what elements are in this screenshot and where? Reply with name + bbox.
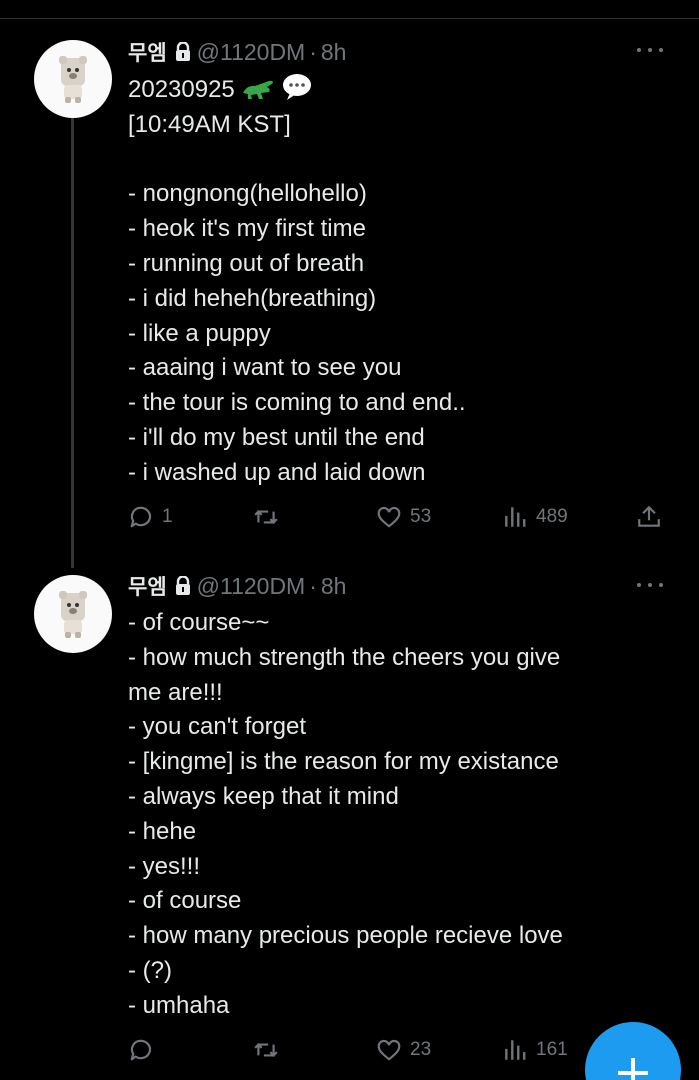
- retweet-button[interactable]: [253, 501, 287, 533]
- tweet-line: - always keep that it mind: [128, 782, 399, 810]
- top-divider: [0, 18, 699, 19]
- tweet-line: - how much strength the cheers you give: [128, 643, 561, 671]
- tweet-line: - umhaha: [128, 991, 230, 1019]
- reply-icon: [130, 1039, 152, 1061]
- tweet-line: [10:49AM KST]: [128, 110, 291, 138]
- tweet-line: - (?): [128, 956, 172, 984]
- timestamp[interactable]: 8h: [321, 573, 347, 600]
- tweet-line: me are!!!: [128, 678, 223, 706]
- share-icon: [638, 505, 660, 527]
- handle[interactable]: @1120DM: [197, 39, 306, 66]
- handle[interactable]: @1120DM: [197, 573, 306, 600]
- retweet-icon: [254, 1043, 278, 1057]
- avatar[interactable]: [34, 40, 112, 118]
- tweet-line: 20230925: [128, 73, 466, 108]
- tweet-line: - the tour is coming to and end..: [128, 389, 466, 417]
- speech-bubble-emoji: [282, 73, 312, 112]
- tweet-header: 무엠 @1120DM · 8h: [128, 570, 346, 602]
- tweet-line: - running out of breath: [128, 249, 365, 277]
- more-icon[interactable]: [637, 40, 663, 60]
- like-button[interactable]: 23: [376, 1034, 431, 1066]
- heart-icon: [377, 1039, 401, 1061]
- tweet-line: - aaaing i want to see you: [128, 354, 402, 382]
- thread-connector-line: [71, 118, 74, 568]
- avatar[interactable]: [34, 575, 112, 653]
- display-name[interactable]: 무엠: [128, 571, 167, 601]
- tweet-line: - hehe: [128, 817, 197, 845]
- tweet-line: - of course: [128, 887, 242, 915]
- heart-icon: [377, 506, 401, 528]
- avatar-bear-image: [59, 591, 87, 638]
- views-button[interactable]: 161: [502, 1034, 568, 1066]
- tweet-line: - i'll do my best until the end: [128, 423, 425, 451]
- tweet-line: - nongnong(hellohello): [128, 180, 367, 208]
- views-icon: [505, 1040, 526, 1060]
- reply-icon: [130, 506, 152, 528]
- tweet-line: - i washed up and laid down: [128, 458, 426, 486]
- tweet-actions: 1 53 489: [128, 501, 668, 533]
- tweet-line: - of course~~: [128, 609, 270, 636]
- like-button[interactable]: 53: [376, 501, 431, 533]
- reply-count: 1: [162, 506, 173, 527]
- more-icon[interactable]: [637, 575, 663, 595]
- lock-icon: [175, 576, 191, 596]
- lock-icon: [175, 42, 191, 62]
- tweet-header: 무엠 @1120DM · 8h: [128, 36, 346, 68]
- tweet-text: 20230925 [10:49AM KST] - nongnong(helloh…: [128, 73, 466, 491]
- retweet-button[interactable]: [253, 1034, 287, 1066]
- tweet-text: - of course~~ - how much strength the ch…: [128, 606, 563, 1024]
- timestamp[interactable]: 8h: [321, 39, 347, 66]
- separator-dot: ·: [309, 38, 317, 65]
- tweet-line: - heok it's my first time: [128, 215, 366, 243]
- retweet-icon: [254, 510, 278, 524]
- view-count: 489: [536, 506, 568, 527]
- views-icon: [505, 507, 526, 527]
- tweet-line: [128, 143, 466, 178]
- tweet-line: - you can't forget: [128, 713, 307, 741]
- compose-button[interactable]: [585, 1022, 681, 1080]
- view-count: 161: [536, 1039, 568, 1060]
- reply-button[interactable]: 1: [128, 501, 173, 533]
- avatar-bear-image: [59, 56, 87, 103]
- tweet-line: - like a puppy: [128, 319, 271, 347]
- crocodile-emoji: [241, 75, 275, 112]
- views-button[interactable]: 489: [502, 501, 568, 533]
- display-name[interactable]: 무엠: [128, 37, 167, 67]
- reply-button[interactable]: [128, 1034, 162, 1066]
- separator-dot: ·: [309, 572, 317, 599]
- tweet-line: - yes!!!: [128, 852, 201, 880]
- like-count: 23: [410, 1039, 432, 1060]
- tweet-line: - i did heheh(breathing): [128, 284, 377, 312]
- tweet-line-text: 20230925: [128, 76, 235, 103]
- like-count: 53: [410, 506, 432, 527]
- tweet-line: - how many precious people recieve love: [128, 922, 563, 950]
- share-button[interactable]: [636, 501, 662, 533]
- tweet-line: - [kingme] is the reason for my existanc…: [128, 748, 559, 776]
